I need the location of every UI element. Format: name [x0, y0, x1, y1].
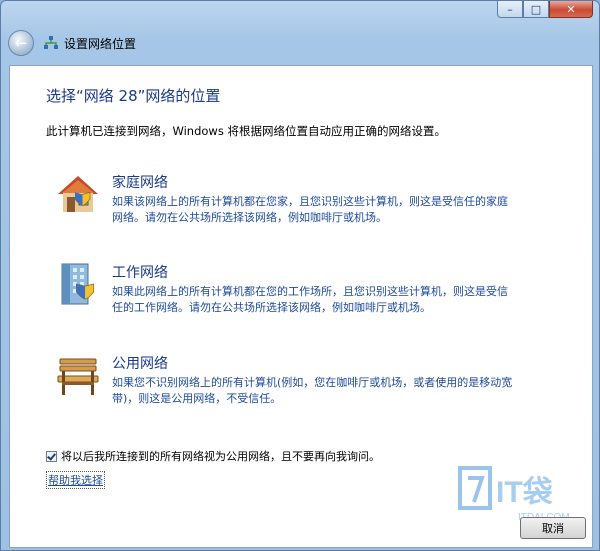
- option-title: 工作网络: [112, 265, 168, 281]
- window-title: 设置网络位置: [64, 36, 137, 51]
- minimize-button[interactable]: –: [497, 1, 523, 18]
- cancel-button[interactable]: 取消: [520, 517, 586, 539]
- public-network-icon: [57, 358, 99, 395]
- option-description: 如果您不识别网络上的所有计算机(例如，您在咖啡厅或机场，或者使用的是移动宽带)，…: [112, 376, 513, 405]
- work-network-icon: [61, 263, 95, 305]
- public-default-row[interactable]: 将以后我所连接到的所有网络视为公用网络，且不要再向我询问。: [46, 448, 380, 464]
- back-arrow-icon: ←: [14, 34, 28, 52]
- network-icon: [44, 36, 58, 49]
- option-home-network[interactable]: 家庭网络 如果该网络上的所有计算机都在您家，且您识别这些计算机，则这是受信任的家…: [54, 170, 554, 240]
- public-default-checkbox[interactable]: [46, 450, 57, 462]
- intro-text: 此计算机已连接到网络，Windows 将根据网络位置自动应用正确的网络设置。: [46, 124, 446, 138]
- maximize-button[interactable]: □: [523, 1, 549, 18]
- back-button[interactable]: ←: [8, 30, 34, 56]
- caption-buttons: – □ ✕: [497, 1, 593, 19]
- help-me-choose-link[interactable]: 帮助我选择: [46, 471, 105, 489]
- watermark-logo: IT袋: [496, 476, 553, 509]
- option-title: 公用网络: [112, 356, 168, 372]
- home-network-icon: [58, 176, 98, 212]
- dialog-window: – □ ✕ ← 设置网络位置 选择“网络 28”网络的位置 此计算机已连接到网络…: [0, 0, 600, 551]
- page-heading: 选择“网络 28”网络的位置: [46, 87, 221, 105]
- option-description: 如果该网络上的所有计算机都在您家，且您识别这些计算机，则这是受信任的家庭网络。请…: [112, 195, 508, 224]
- option-description: 如果此网络上的所有计算机都在您的工作场所，且您识别这些计算机，则这是受信任的工作…: [112, 285, 508, 314]
- itdai-watermark: IT袋 ITDAI.COM: [458, 466, 570, 523]
- option-work-network[interactable]: 工作网络 如果此网络上的所有计算机都在您的工作场所，且您识别这些计算机，则这是受…: [54, 260, 554, 330]
- content-pane: 选择“网络 28”网络的位置 此计算机已连接到网络，Windows 将根据网络位…: [9, 65, 593, 548]
- option-public-network[interactable]: 公用网络 如果您不识别网络上的所有计算机(例如，您在咖啡厅或机场，或者使用的是移…: [54, 351, 554, 421]
- close-button[interactable]: ✕: [549, 1, 593, 18]
- option-title: 家庭网络: [112, 175, 168, 191]
- navigation-bar: ← 设置网络位置: [1, 23, 599, 63]
- checkbox-label: 将以后我所连接到的所有网络视为公用网络，且不要再向我询问。: [61, 450, 380, 463]
